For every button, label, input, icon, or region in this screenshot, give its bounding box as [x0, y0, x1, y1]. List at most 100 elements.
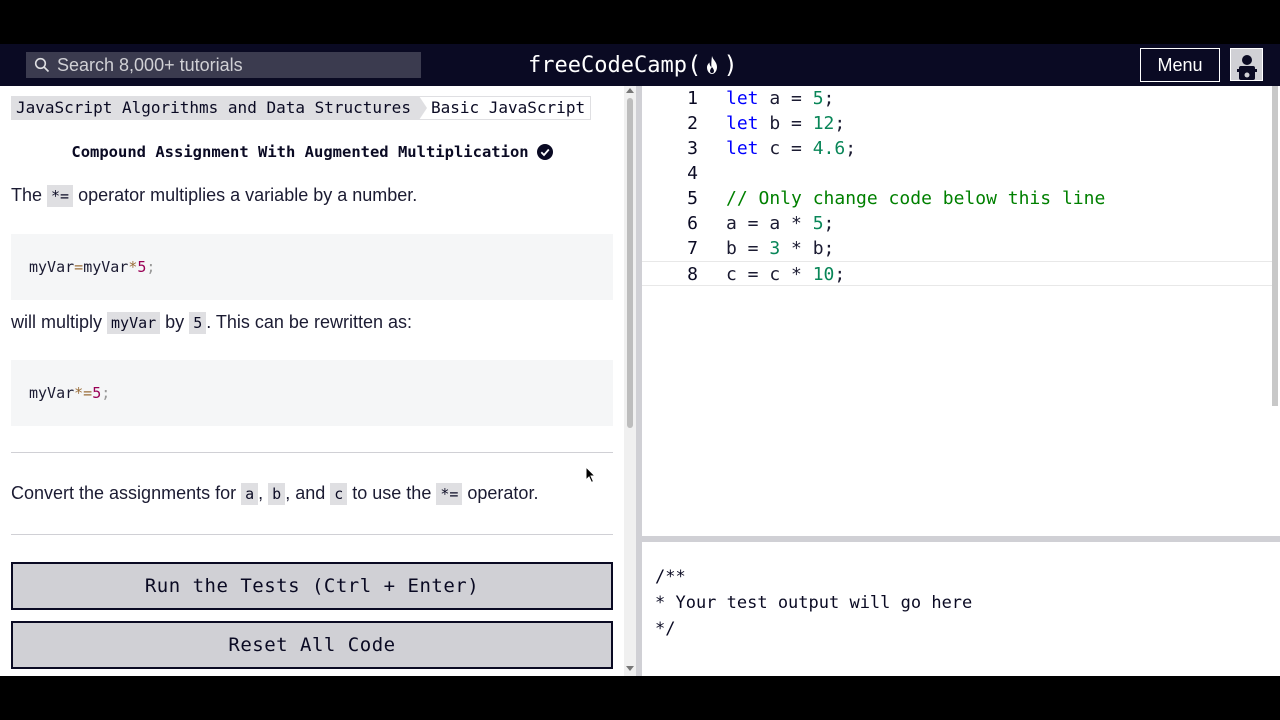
editor-line[interactable]: 7 b = 3 * b;	[642, 236, 1272, 261]
breadcrumb-section[interactable]: Basic JavaScript	[418, 96, 592, 120]
editor-line[interactable]: 1 let a = 5;	[642, 86, 1272, 111]
freecodecamp-logo[interactable]: freeCodeCamp ( )	[528, 50, 738, 80]
code-token: a =	[758, 88, 813, 109]
instructions-scrollbar[interactable]	[624, 86, 636, 676]
text: by	[160, 312, 190, 332]
text: , and	[285, 483, 331, 503]
editor-line[interactable]: 6 a = a * 5;	[642, 211, 1272, 236]
inline-code: myVar	[107, 312, 161, 334]
code-token: b =	[758, 113, 813, 134]
text: The	[11, 185, 48, 205]
navbar: freeCodeCamp ( ) Menu	[0, 44, 1280, 86]
inline-code: *=	[47, 185, 74, 207]
code-token: ;	[845, 138, 857, 159]
editor-line[interactable]: 3 let c = 4.6;	[642, 136, 1272, 161]
text: . This can be rewritten as:	[206, 312, 412, 332]
line-number: 2	[687, 113, 698, 134]
scroll-down-arrow[interactable]	[626, 666, 634, 671]
search-box[interactable]	[26, 52, 421, 78]
scroll-up-arrow[interactable]	[626, 88, 634, 93]
check-circle-icon	[536, 144, 553, 160]
code-token: 5	[137, 258, 147, 276]
description-paragraph-1: The *= operator multiplies a variable by…	[11, 182, 417, 209]
inline-code: a	[241, 483, 259, 505]
menu-button[interactable]: Menu	[1140, 48, 1220, 82]
challenge-title: Compound Assignment With Augmented Multi…	[71, 143, 529, 161]
code-token: 5	[92, 384, 102, 402]
logo-paren-close: )	[723, 51, 738, 79]
editor-line[interactable]: 4	[642, 161, 1272, 186]
code-token: 10	[812, 264, 835, 285]
code-token: 4.6	[812, 138, 846, 159]
line-number: 4	[687, 163, 698, 184]
code-comment: // Only change code below this line	[726, 188, 1106, 209]
code-token: myVar	[83, 258, 129, 276]
output-line: */	[655, 619, 676, 639]
text: operator.	[462, 483, 539, 503]
editor-line-current[interactable]: 8 c = c * 10;	[642, 261, 1272, 286]
scroll-thumb[interactable]	[627, 98, 633, 428]
divider	[11, 452, 613, 453]
code-token: c =	[758, 138, 813, 159]
run-tests-button[interactable]: Run the Tests (Ctrl + Enter)	[11, 562, 613, 610]
search-input[interactable]	[57, 54, 397, 76]
code-token: ;	[834, 264, 846, 285]
code-token: b =	[726, 238, 770, 259]
editor-scrollbar[interactable]	[1272, 86, 1278, 406]
code-token: let	[726, 88, 759, 109]
code-token: a = a *	[726, 213, 813, 234]
code-token: myVar	[29, 384, 75, 402]
text: Convert the assignments for	[11, 483, 242, 503]
text: operator multiplies a variable by a numb…	[73, 185, 418, 205]
line-number: 7	[687, 238, 698, 259]
search-icon	[34, 57, 50, 73]
code-example-1: myVar = myVar * 5;	[11, 234, 613, 300]
challenge-title-row: Compound Assignment With Augmented Multi…	[0, 143, 624, 161]
code-token: let	[726, 113, 759, 134]
code-token: 5	[812, 88, 824, 109]
code-token: *	[128, 258, 138, 276]
code-token: ;	[823, 88, 835, 109]
code-token: * b;	[780, 238, 835, 259]
avatar-icon	[1236, 55, 1257, 80]
code-token: *=	[74, 384, 93, 402]
line-number: 1	[687, 88, 698, 109]
breadcrumb: JavaScript Algorithms and Data Structure…	[11, 96, 592, 120]
divider	[11, 534, 613, 535]
test-output-panel: /** * Your test output will go here */	[642, 542, 1280, 676]
code-example-2: myVar *= 5;	[11, 360, 613, 426]
line-number: 6	[687, 213, 698, 234]
inline-code: c	[330, 483, 348, 505]
editor-line[interactable]: 2 let b = 12;	[642, 111, 1272, 136]
mouse-pointer-icon	[585, 466, 597, 484]
inline-code: 5	[189, 312, 207, 334]
code-token: ;	[101, 384, 111, 402]
text: to use the	[347, 483, 437, 503]
code-token: myVar	[29, 258, 75, 276]
instructions-panel: JavaScript Algorithms and Data Structure…	[0, 86, 624, 676]
code-token: 3	[769, 238, 781, 259]
logo-text: freeCodeCamp	[528, 52, 687, 78]
breadcrumb-curriculum[interactable]: JavaScript Algorithms and Data Structure…	[11, 96, 427, 120]
code-token: ;	[823, 213, 835, 234]
code-token: ;	[834, 113, 846, 134]
flame-icon	[707, 56, 718, 74]
output-line: /**	[655, 567, 686, 587]
code-token: let	[726, 138, 759, 159]
code-editor[interactable]: 1 let a = 5; 2 let b = 12; 3 let c = 4.6…	[642, 86, 1280, 536]
text: will multiply	[11, 312, 108, 332]
code-token: 5	[812, 213, 824, 234]
inline-code: *=	[436, 483, 463, 505]
inline-code: b	[268, 483, 286, 505]
output-line: * Your test output will go here	[655, 593, 973, 613]
line-number: 8	[687, 264, 698, 285]
reset-code-button[interactable]: Reset All Code	[11, 621, 613, 669]
code-token: 12	[812, 113, 835, 134]
avatar[interactable]	[1230, 48, 1263, 81]
instructions-paragraph: Convert the assignments for a, b, and c …	[11, 480, 538, 507]
line-number: 3	[687, 138, 698, 159]
editor-line[interactable]: 5 // Only change code below this line	[642, 186, 1272, 211]
line-number: 5	[687, 188, 698, 209]
logo-paren-open: (	[686, 51, 702, 79]
description-paragraph-2: will multiply myVar by 5. This can be re…	[11, 309, 412, 336]
